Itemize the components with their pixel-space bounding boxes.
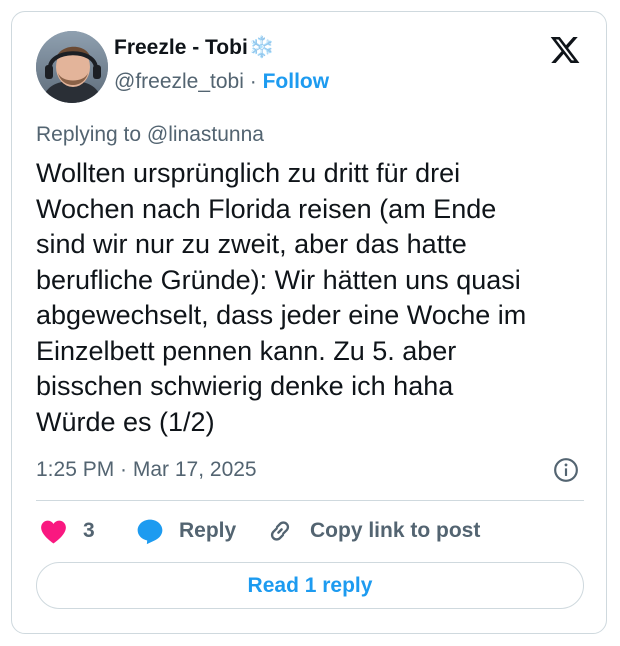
- tweet-text: Wollten ursprünglich zu dritt für drei W…: [36, 156, 596, 440]
- read-reply-label: Read 1 reply: [247, 573, 373, 597]
- avatar-image: [36, 31, 108, 103]
- handle-separator: ·: [249, 70, 257, 93]
- author-name-text: Freezle - Tobi: [114, 36, 248, 59]
- tweet-line: Wollten ursprünglich zu dritt für drei: [36, 158, 461, 188]
- tweet-line: abgewechselt, dass jeder eine Woche im: [36, 300, 527, 330]
- tweet-line: sind wir nur zu zweit, aber das hatte: [36, 229, 467, 259]
- replying-to: Replying to @linastunna: [36, 123, 264, 146]
- x-logo-icon[interactable]: [549, 34, 581, 66]
- like-count: 3: [83, 519, 95, 542]
- snowflake-emoji: ❄️: [248, 36, 275, 59]
- timestamp[interactable]: 1:25 PM · Mar 17, 2025: [36, 458, 257, 482]
- copy-link-label: Copy link to post: [310, 519, 481, 542]
- tweet-line: bisschen schwierig denke ich haha: [36, 371, 454, 401]
- tweet-line: Einzelbett pennen kann. Zu 5. aber: [36, 335, 457, 366]
- reply-label: Reply: [179, 519, 237, 542]
- avatar[interactable]: [36, 31, 108, 103]
- tweet-line: berufliche Gründe): Wir hätten uns quasi: [36, 264, 521, 295]
- like-button[interactable]: 3: [40, 513, 95, 549]
- author-handle-row: @freezle_tobi · Follow: [114, 70, 329, 94]
- author-handle[interactable]: @freezle_tobi: [114, 70, 244, 93]
- read-reply-button[interactable]: Read 1 reply: [36, 562, 584, 609]
- reply-button[interactable]: Reply: [136, 513, 236, 549]
- link-icon: [270, 521, 290, 541]
- follow-link[interactable]: Follow: [263, 70, 330, 93]
- copy-link-button[interactable]: Copy link to post: [266, 513, 480, 549]
- tweet-line: Würde es (1/2): [36, 406, 215, 437]
- author-name[interactable]: Freezle - Tobi❄️: [114, 36, 275, 60]
- tweet-line: Wochen nach Florida reisen (am Ende: [36, 193, 497, 224]
- reply-bubble-icon: [137, 519, 163, 545]
- info-icon[interactable]: [553, 457, 579, 483]
- divider: [36, 500, 584, 501]
- heart-icon: [41, 520, 66, 543]
